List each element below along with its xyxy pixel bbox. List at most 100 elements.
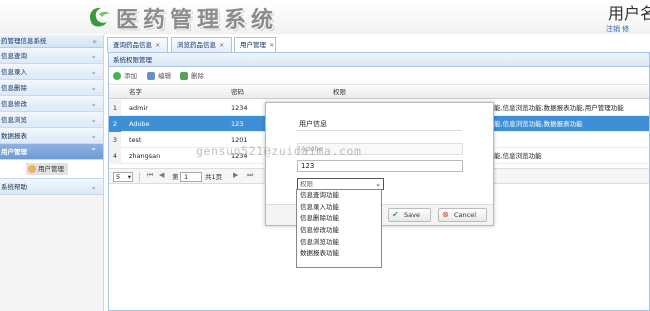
cell-name: admir bbox=[129, 104, 148, 112]
row-number: 3 bbox=[109, 132, 121, 148]
dialog-divider bbox=[296, 130, 462, 131]
close-icon[interactable]: × bbox=[219, 41, 224, 49]
chevron-down-icon: ⌄ bbox=[90, 131, 97, 140]
dropdown-option[interactable]: 信息浏览功能 bbox=[297, 237, 381, 249]
user-icon bbox=[28, 165, 36, 173]
sidebar-item-entry[interactable]: 信息录入 ⌄ bbox=[0, 64, 103, 80]
tab-query-drugs[interactable]: 查询药品信息 × bbox=[107, 37, 168, 52]
close-icon[interactable]: × bbox=[269, 41, 274, 49]
sidebar-item-label: 用户管理 bbox=[1, 148, 27, 156]
column-header-name[interactable]: 名字 bbox=[129, 86, 142, 99]
sidebar-item-label: 信息录入 bbox=[1, 68, 27, 76]
sidebar-submenu: 用户管理 bbox=[0, 160, 103, 179]
cancel-button[interactable]: ⊗ Cancel bbox=[438, 208, 487, 222]
column-header-permission[interactable]: 权限 bbox=[333, 86, 346, 99]
edit-button[interactable]: 编辑 bbox=[147, 70, 171, 82]
panel-title: 系统权限管理 bbox=[109, 53, 649, 67]
sidebar-item-label: 信息修改 bbox=[1, 100, 27, 108]
page-label: 第 bbox=[172, 173, 179, 181]
delete-button-label: 删除 bbox=[191, 72, 204, 80]
chevron-down-icon: ⌄ bbox=[90, 83, 97, 92]
prev-page-icon[interactable]: ◀ bbox=[159, 171, 164, 179]
permission-select-value: 权限 bbox=[300, 180, 313, 188]
sidebar-subitem-label: 用户管理 bbox=[38, 165, 64, 173]
pager-divider bbox=[139, 172, 140, 182]
chevron-up-icon: ⌃ bbox=[90, 147, 97, 156]
sidebar-item-modify[interactable]: 信息修改 ⌄ bbox=[0, 96, 103, 112]
cancel-button-label: Cancel bbox=[454, 211, 477, 219]
tab-label: 浏览药品信息 bbox=[177, 41, 216, 49]
sidebar-item-label: 数据报表 bbox=[1, 132, 27, 140]
tab-browse-drugs[interactable]: 浏览药品信息 × bbox=[171, 37, 232, 52]
sidebar-item-delete[interactable]: 信息删除 ⌄ bbox=[0, 80, 103, 96]
cell-name: test bbox=[129, 136, 142, 144]
dropdown-option[interactable]: 信息查询功能 bbox=[297, 190, 381, 202]
dropdown-option[interactable]: 信息录入功能 bbox=[297, 202, 381, 214]
cell-permission: 能,信息浏览功能 bbox=[494, 152, 542, 160]
grid-header: 名字 密码 权限 bbox=[109, 86, 649, 99]
plus-icon bbox=[113, 72, 121, 80]
user-name-title: 用户名 bbox=[608, 4, 650, 23]
sidebar-item-browse[interactable]: 信息浏览 ⌄ bbox=[0, 112, 103, 128]
sidebar-item-user-mgmt[interactable]: 用户管理 ⌃ bbox=[0, 144, 103, 160]
save-button[interactable]: ✔ Save bbox=[388, 208, 431, 222]
user-links[interactable]: 注销 修 bbox=[606, 24, 629, 34]
add-button-label: 添加 bbox=[124, 72, 137, 80]
page-number-input[interactable]: 1 bbox=[180, 172, 202, 182]
sidebar-subitem-user-mgmt[interactable]: 用户管理 bbox=[26, 163, 68, 175]
chevron-down-icon: ⌄ bbox=[90, 115, 97, 124]
watermark: gensun521@zuidaima.com bbox=[196, 144, 362, 158]
tab-user-mgmt[interactable]: 用户管理 × bbox=[234, 37, 276, 52]
dropdown-option[interactable]: 信息修改功能 bbox=[297, 225, 381, 237]
first-page-icon[interactable]: ⏮ bbox=[147, 171, 153, 180]
tab-label: 查询药品信息 bbox=[113, 41, 152, 49]
dialog-title: 用户信息 bbox=[299, 120, 327, 128]
minus-icon bbox=[180, 72, 188, 80]
sidebar: 药管理信息系统 « 信息查询 ⌄ 信息录入 ⌄ 信息删除 ⌄ 信息修改 ⌄ 信息… bbox=[0, 35, 104, 311]
tab-label: 用户管理 bbox=[240, 41, 266, 49]
row-number: 4 bbox=[109, 148, 121, 164]
page-size-value: 5 bbox=[116, 173, 121, 181]
add-button[interactable]: 添加 bbox=[113, 70, 137, 82]
edit-button-label: 编辑 bbox=[158, 72, 171, 80]
pencil-icon bbox=[147, 72, 155, 80]
chevron-down-icon: ⌄ bbox=[375, 180, 381, 188]
chevron-down-icon: ▾ bbox=[127, 173, 131, 181]
chevron-down-icon: ⌄ bbox=[90, 51, 97, 60]
cell-name: zhangsan bbox=[129, 152, 161, 160]
toolbar: 添加 编辑 删除 bbox=[109, 67, 649, 85]
next-page-icon[interactable]: ▶ bbox=[233, 171, 238, 179]
delete-button[interactable]: 删除 bbox=[180, 70, 204, 82]
row-number: 2 bbox=[109, 116, 121, 132]
sidebar-item-label: 信息浏览 bbox=[1, 116, 27, 124]
collapse-icon[interactable]: « bbox=[92, 35, 97, 48]
cell-password: 1234 bbox=[231, 104, 248, 112]
cell-name: Adobe bbox=[129, 120, 150, 128]
sidebar-heading-label: 药管理信息系统 bbox=[1, 37, 47, 45]
page-size-select[interactable]: 5 ▾ bbox=[113, 172, 133, 182]
close-icon[interactable]: × bbox=[155, 41, 160, 49]
cell-password: 123 bbox=[231, 120, 244, 128]
sidebar-item-report[interactable]: 数据报表 ⌄ bbox=[0, 128, 103, 144]
app-header: 医药管理系统 用户名 注销 修 bbox=[0, 0, 650, 34]
sidebar-heading: 药管理信息系统 « bbox=[0, 35, 103, 48]
chevron-down-icon: ⌄ bbox=[90, 182, 97, 191]
sidebar-item-query[interactable]: 信息查询 ⌄ bbox=[0, 48, 103, 64]
password-field[interactable]: 123 bbox=[297, 160, 463, 172]
check-icon: ✔ bbox=[392, 210, 399, 219]
last-page-icon[interactable]: ⏭ bbox=[247, 171, 253, 180]
system-title: 医药管理系统 bbox=[116, 7, 279, 33]
cancel-icon: ⊗ bbox=[442, 210, 449, 219]
permission-dropdown-list: 信息查询功能 信息录入功能 信息删除功能 信息修改功能 信息浏览功能 数据报表功… bbox=[296, 189, 382, 268]
page-total: 共1页 bbox=[205, 173, 223, 181]
logo-icon bbox=[90, 7, 110, 27]
save-button-label: Save bbox=[404, 211, 420, 219]
column-header-password[interactable]: 密码 bbox=[231, 86, 244, 99]
dropdown-option[interactable]: 信息删除功能 bbox=[297, 213, 381, 225]
chevron-down-icon: ⌄ bbox=[90, 67, 97, 76]
sidebar-item-label: 信息查询 bbox=[1, 52, 27, 60]
chevron-down-icon: ⌄ bbox=[90, 99, 97, 108]
dropdown-option[interactable]: 数据报表功能 bbox=[297, 248, 381, 260]
sidebar-item-label: 系统帮助 bbox=[1, 183, 27, 191]
sidebar-item-help[interactable]: 系统帮助 ⌄ bbox=[0, 179, 103, 195]
